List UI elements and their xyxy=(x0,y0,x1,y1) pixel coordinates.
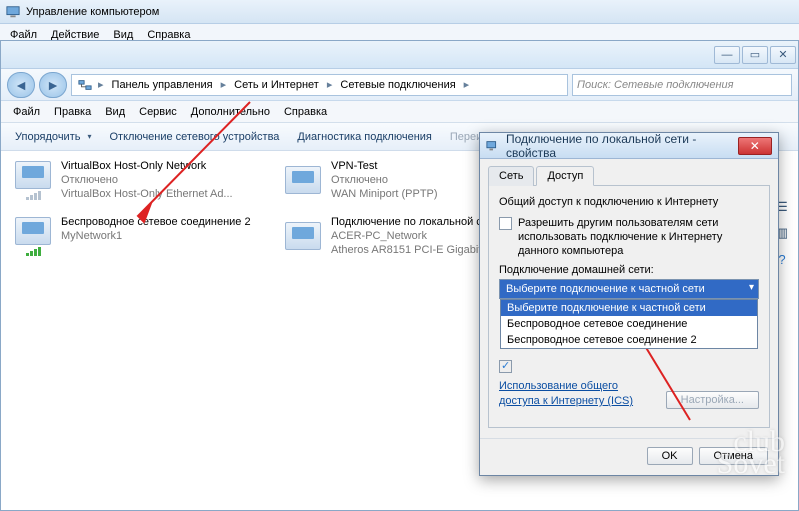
forward-button[interactable]: ► xyxy=(39,72,67,98)
network-icon xyxy=(78,78,92,92)
sharing-heading: Общий доступ к подключению к Интернету xyxy=(499,196,759,208)
dialog-titlebar[interactable]: Подключение по локальной сети - свойства… xyxy=(480,133,778,159)
search-placeholder: Поиск: Сетевые подключения xyxy=(577,79,734,91)
checkbox-icon[interactable] xyxy=(499,217,512,230)
disable-device-button[interactable]: Отключение сетевого устройства xyxy=(101,127,287,147)
menu-help[interactable]: Справка xyxy=(278,104,333,120)
properties-dialog: Подключение по локальной сети - свойства… xyxy=(479,132,779,476)
dropdown-option[interactable]: Выберите подключение к частной сети xyxy=(501,300,757,316)
menu-file[interactable]: Файл xyxy=(7,104,46,120)
connection-name: Беспроводное сетевое соединение 2 xyxy=(61,215,251,229)
dialog-title-text: Подключение по локальной сети - свойства xyxy=(506,132,726,160)
cancel-button[interactable]: Отмена xyxy=(699,447,768,465)
connection-item[interactable]: VirtualBox Host-Only Network Отключено V… xyxy=(11,159,251,201)
menu-edit[interactable]: Правка xyxy=(48,104,97,120)
chevron-right-icon[interactable]: ▸ xyxy=(219,78,229,91)
allow-sharing-checkbox-row[interactable]: Разрешить другим пользователям сети испо… xyxy=(499,216,759,258)
connection-name: VPN-Test xyxy=(331,159,438,173)
chevron-right-icon[interactable]: ▸ xyxy=(462,78,472,91)
checkbox-icon[interactable]: ✓ xyxy=(499,360,512,373)
home-connection-label: Подключение домашней сети: xyxy=(499,264,759,276)
maximize-button[interactable]: ▭ xyxy=(742,46,768,64)
crumb-network-internet[interactable]: Сеть и Интернет xyxy=(228,75,325,95)
chevron-right-icon[interactable]: ▸ xyxy=(96,78,106,91)
sharing-panel: Общий доступ к подключению к Интернету Р… xyxy=(488,186,770,428)
dialog-tabs: Сеть Доступ xyxy=(488,165,770,186)
explorer-menubar[interactable]: Файл Правка Вид Сервис Дополнительно Спр… xyxy=(1,101,798,123)
crumb-network-connections[interactable]: Сетевые подключения xyxy=(334,75,461,95)
menu-view[interactable]: Вид xyxy=(99,104,131,120)
connection-device: WAN Miniport (PPTP) xyxy=(331,187,438,201)
close-button[interactable]: ✕ xyxy=(770,46,796,64)
tab-sharing[interactable]: Доступ xyxy=(536,166,594,186)
select-value: Выберите подключение к частной сети xyxy=(506,283,705,295)
connection-item[interactable]: Беспроводное сетевое соединение 2 MyNetw… xyxy=(11,215,251,257)
settings-button[interactable]: Настройка... xyxy=(666,391,759,409)
tab-network[interactable]: Сеть xyxy=(488,166,534,186)
network-adapter-icon xyxy=(486,139,500,153)
breadcrumb[interactable]: ▸ Панель управления ▸ Сеть и Интернет ▸ … xyxy=(71,74,568,96)
ics-help-link[interactable]: Использование общего доступа к Интернету… xyxy=(499,379,646,409)
mmc-title-text: Управление компьютером xyxy=(26,6,159,18)
crumb-control-panel[interactable]: Панель управления xyxy=(106,75,219,95)
wifi-adapter-icon xyxy=(11,215,55,257)
connection-device: VirtualBox Host-Only Ethernet Ad... xyxy=(61,187,233,201)
network-adapter-icon xyxy=(11,159,55,201)
allow-control-checkbox-row[interactable]: ✓ xyxy=(499,359,759,373)
home-connection-select[interactable]: Выберите подключение к частной сети Выбе… xyxy=(499,279,759,299)
mmc-titlebar[interactable]: Управление компьютером xyxy=(0,0,799,24)
organize-button[interactable]: Упорядочить xyxy=(7,127,99,147)
chevron-right-icon[interactable]: ▸ xyxy=(325,78,335,91)
ethernet-adapter-icon xyxy=(281,215,325,257)
explorer-titlebar[interactable]: — ▭ ✕ xyxy=(1,41,798,69)
dropdown-option[interactable]: Беспроводное сетевое соединение xyxy=(501,316,757,332)
allow-sharing-label: Разрешить другим пользователям сети испо… xyxy=(518,216,759,258)
menu-advanced[interactable]: Дополнительно xyxy=(185,104,276,120)
ok-button[interactable]: OK xyxy=(647,447,693,465)
connection-device: MyNetwork1 xyxy=(61,229,251,243)
vpn-adapter-icon xyxy=(281,159,325,201)
dialog-body: Сеть Доступ Общий доступ к подключению к… xyxy=(480,159,778,438)
search-input[interactable]: Поиск: Сетевые подключения xyxy=(572,74,792,96)
diagnose-button[interactable]: Диагностика подключения xyxy=(289,127,439,147)
connection-status: Отключено xyxy=(331,173,438,187)
dialog-footer: OK Отмена xyxy=(480,438,778,475)
dialog-close-button[interactable]: ✕ xyxy=(738,137,772,155)
connection-status: Отключено xyxy=(61,173,233,187)
back-button[interactable]: ◄ xyxy=(7,72,35,98)
dropdown-option[interactable]: Беспроводное сетевое соединение 2 xyxy=(501,332,757,348)
minimize-button[interactable]: — xyxy=(714,46,740,64)
menu-tools[interactable]: Сервис xyxy=(133,104,183,120)
home-connection-dropdown[interactable]: Выберите подключение к частной сети Бесп… xyxy=(500,299,758,349)
connection-name: VirtualBox Host-Only Network xyxy=(61,159,233,173)
computer-management-icon xyxy=(6,5,20,19)
navigation-bar: ◄ ► ▸ Панель управления ▸ Сеть и Интерне… xyxy=(1,69,798,101)
